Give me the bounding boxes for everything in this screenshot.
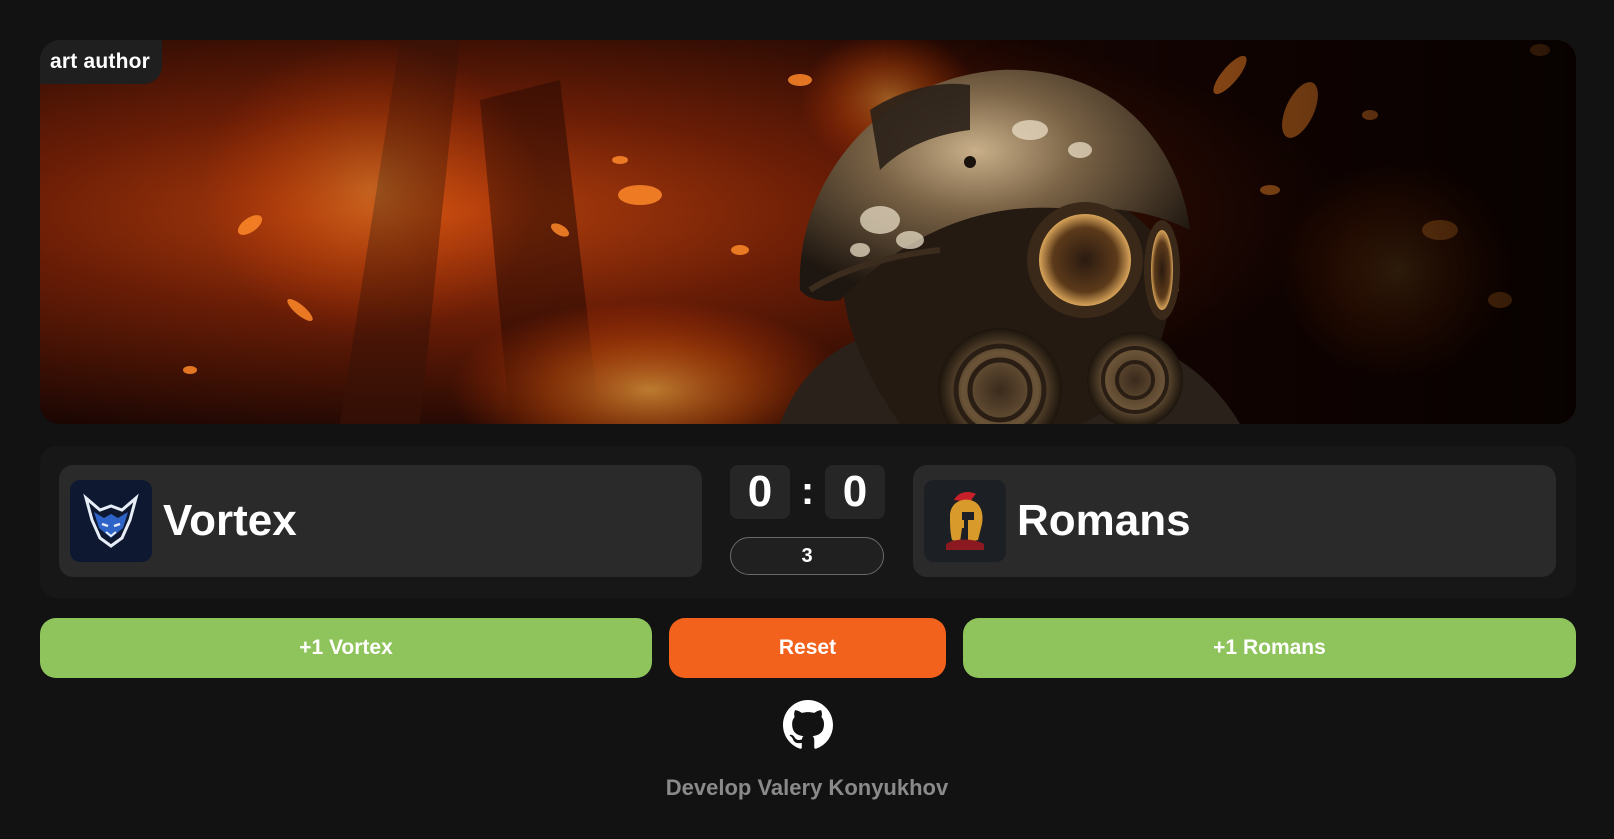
team-card-right: Romans — [913, 465, 1556, 577]
round-counter: 3 — [730, 537, 884, 575]
developer-credit: Develop Valery Konyukhov — [665, 775, 949, 800]
banner-artwork: art author — [40, 40, 1576, 424]
add-point-left-button[interactable]: +1 Vortex — [40, 618, 652, 678]
team-card-left: Vortex — [59, 465, 702, 577]
add-point-right-button[interactable]: +1 Romans — [963, 618, 1576, 678]
team-name-right: Romans — [1017, 496, 1191, 545]
score-left: 0 — [730, 465, 790, 519]
github-icon[interactable] — [783, 700, 833, 750]
team-name-left: Vortex — [163, 496, 297, 545]
score-separator: : — [800, 469, 815, 513]
reset-button[interactable]: Reset — [669, 618, 946, 678]
scoreboard: Vortex 0 : 0 3 Romans — [40, 446, 1576, 598]
spartan-helmet-logo-icon — [924, 480, 1006, 562]
score-right: 0 — [825, 465, 885, 519]
wolf-logo-icon — [70, 480, 152, 562]
gas-mask-soldier-illustration — [40, 40, 1576, 424]
score-display: 0 : 0 3 — [730, 465, 886, 579]
page: art author Vortex 0 : 0 3 Romans +1 Vort… — [0, 0, 1614, 839]
art-author-label[interactable]: art author — [40, 40, 163, 84]
